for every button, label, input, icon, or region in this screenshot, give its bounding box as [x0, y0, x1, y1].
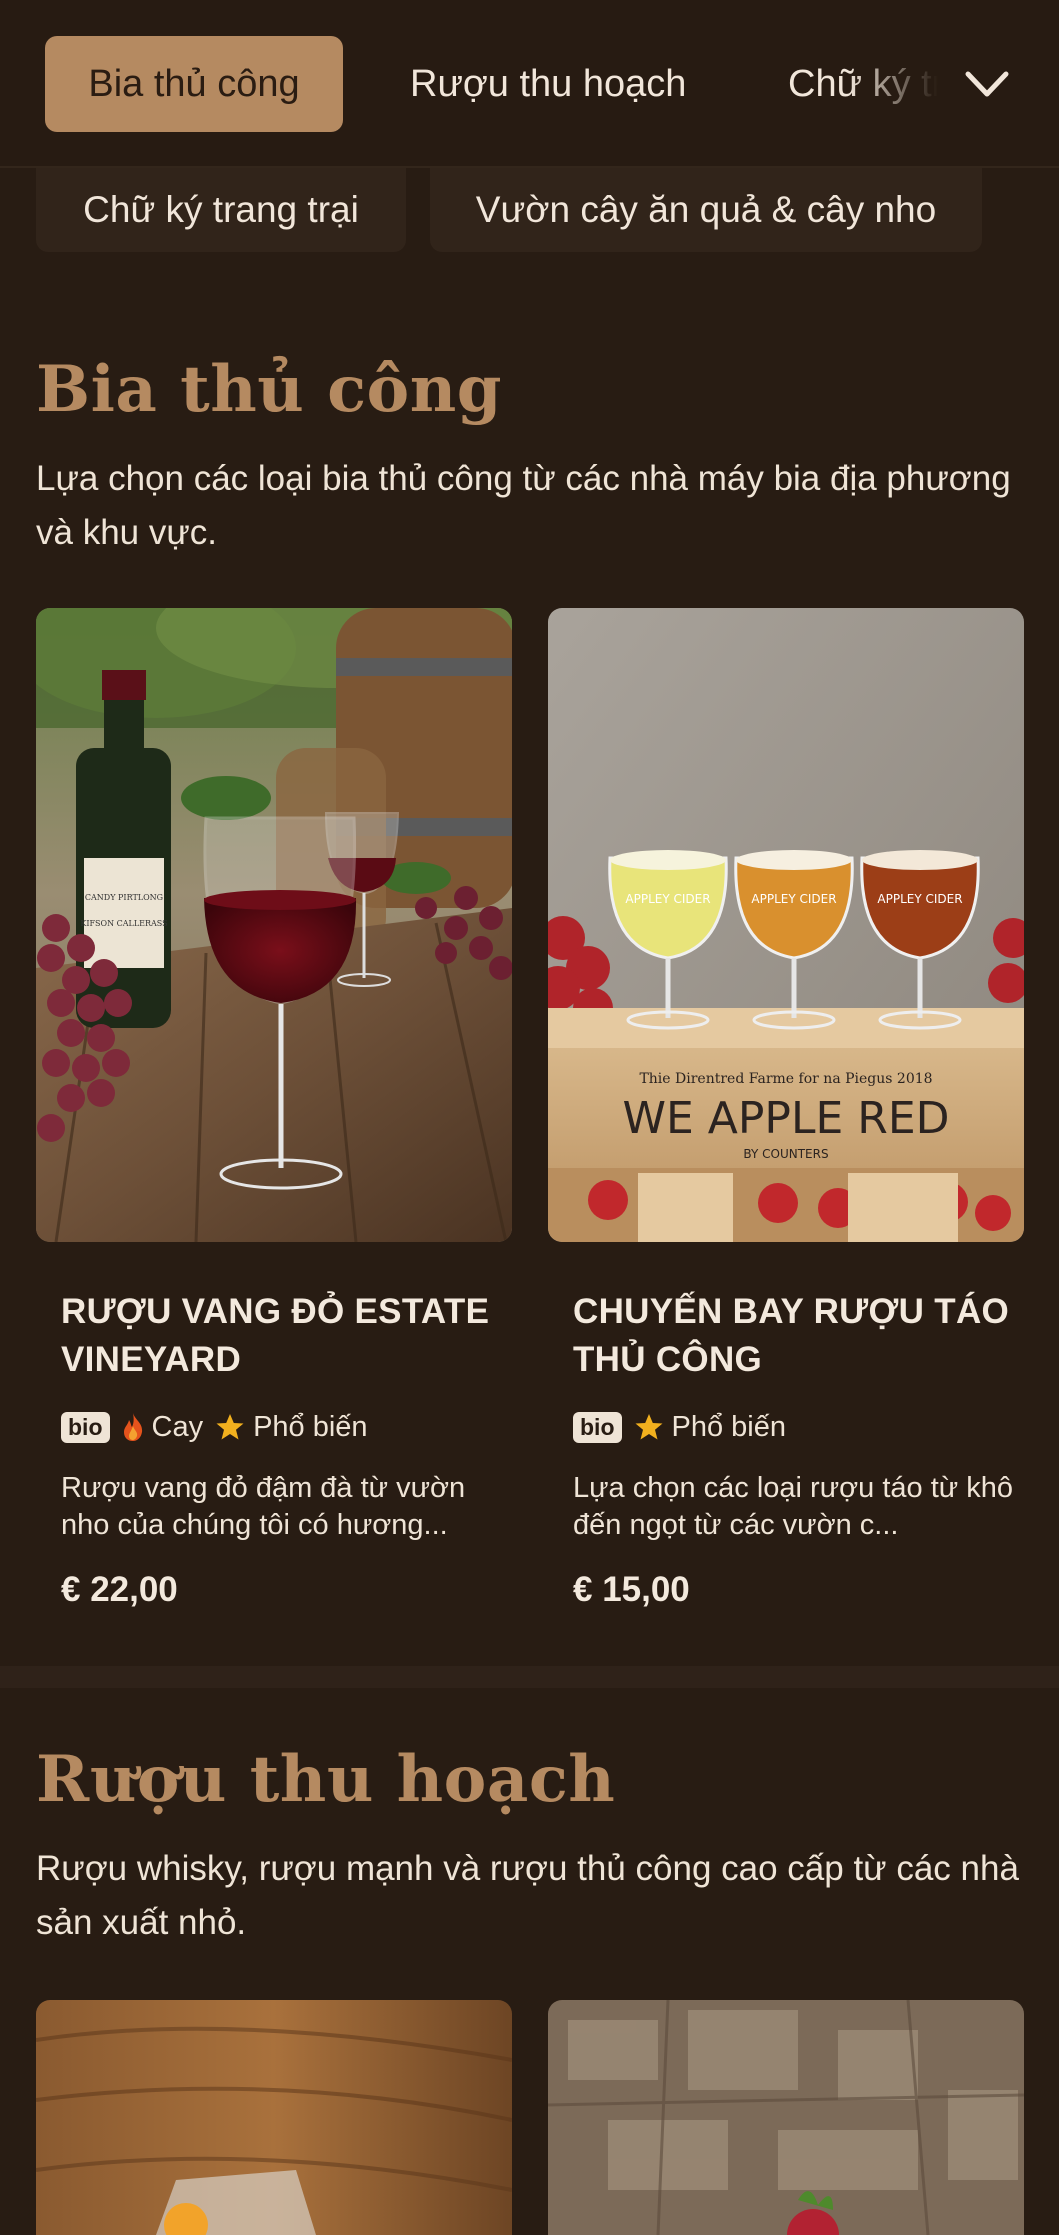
product-title: CHUYẾN BAY RƯỢU TÁO THỦ CÔNG: [573, 1292, 1010, 1379]
fire-icon: [123, 1413, 142, 1441]
chevron-down-icon[interactable]: [960, 60, 1014, 108]
tab-harvest-spirits[interactable]: Rượu thu hoạch: [410, 36, 686, 132]
section-description-craft-beer: Lựa chọn các loại bia thủ công từ các nh…: [36, 459, 1011, 552]
product-image-cider-flight: Thie Direntred Farme for na Piegus 2018 …: [548, 608, 1024, 1242]
product-price: € 15,00: [573, 1570, 690, 1609]
bio-badge: bio: [573, 1411, 622, 1443]
product-tags: bio Cay Phổ biến: [61, 1405, 368, 1449]
section-divider: [0, 1666, 1059, 1688]
star-icon: [216, 1414, 244, 1440]
crate-big-text: WE APPLE RED: [622, 1093, 949, 1144]
tag-spicy-label: Cay: [151, 1410, 204, 1443]
product-card-image[interactable]: [548, 2000, 1024, 2235]
product-image-red-wine: CANDY PIRTLONG KIFSON CALLERASS: [36, 608, 512, 1242]
star-icon: [635, 1414, 662, 1440]
tag-popular: Phổ biến: [215, 1411, 368, 1444]
tab-craft-beer[interactable]: Bia thủ công: [45, 36, 343, 132]
chip-orchard-vineyard[interactable]: Vườn cây ăn quả & cây nho: [430, 168, 982, 252]
product-tags: bio Phổ biến: [573, 1405, 786, 1449]
glass-text-3: APPLEY CIDER: [877, 892, 962, 906]
product-title: RƯỢU VANG ĐỎ ESTATE VINEYARD: [61, 1292, 490, 1379]
chip-farm-signature[interactable]: Chữ ký trang trại: [36, 168, 406, 252]
section-title-harvest-spirits: Rượu thu hoạch: [36, 1742, 616, 1817]
section-description-harvest-spirits: Rượu whisky, rượu mạnh và rượu thủ công …: [36, 1849, 1019, 1942]
bottle-label-subtext: KIFSON CALLERASS: [80, 919, 167, 928]
glass-text-2: APPLEY CIDER: [751, 892, 836, 906]
tag-popular-label: Phổ biến: [253, 1410, 368, 1443]
glass-text-1: APPLEY CIDER: [625, 892, 710, 906]
product-description: Rượu vang đỏ đậm đà từ vườn nho của chún…: [61, 1470, 501, 1544]
crate-small-text: BY COUNTERS: [743, 1147, 828, 1161]
product-description: Lựa chọn các loại rượu táo từ khô đến ng…: [573, 1470, 1013, 1544]
crate-top-text: Thie Direntred Farme for na Piegus 2018: [639, 1071, 932, 1087]
product-card-cider-flight[interactable]: Thie Direntred Farme for na Piegus 2018 …: [548, 608, 1024, 1628]
product-description-text: Lựa chọn các loại rượu táo từ khô đến ng…: [573, 1472, 1013, 1541]
section-title-craft-beer: Bia thủ công: [36, 352, 502, 427]
product-description-text: Rượu vang đỏ đậm đà từ vườn nho của chún…: [61, 1472, 466, 1541]
category-tab-bar: Bia thủ công Rượu thu hoạch Chữ ký trang…: [0, 0, 1059, 168]
tag-popular-label: Phổ biến: [671, 1410, 787, 1443]
tab-farm-signature[interactable]: Chữ ký trang trại: [788, 36, 938, 132]
bottle-label-text: CANDY PIRTLONG: [85, 893, 163, 902]
product-card-image[interactable]: [36, 2000, 512, 2235]
product-price: € 22,00: [61, 1570, 178, 1609]
tag-spicy: Cay: [122, 1410, 204, 1444]
product-card-red-wine[interactable]: CANDY PIRTLONG KIFSON CALLERASS RƯỢU VAN…: [36, 608, 512, 1628]
bio-badge: bio: [61, 1411, 110, 1443]
tag-popular: Phổ biến: [634, 1410, 787, 1444]
